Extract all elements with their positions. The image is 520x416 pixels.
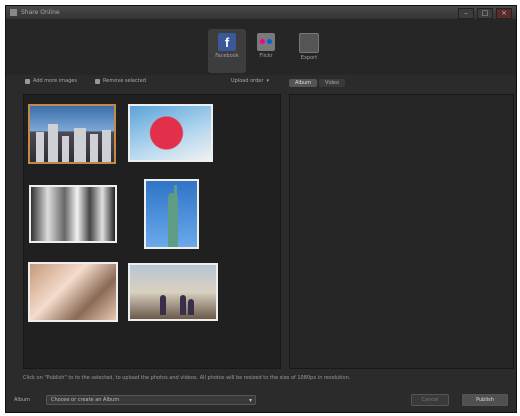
photo-thumbnail-street[interactable] — [29, 185, 117, 243]
close-icon[interactable]: × — [496, 8, 512, 19]
chevron-down-icon: ▾ — [266, 78, 269, 84]
album-details-panel — [289, 94, 514, 369]
share-dialog-window: Share Online – □ × f Facebook Flickr Exp… — [5, 5, 517, 413]
cancel-button[interactable]: Cancel — [411, 394, 449, 406]
chevron-down-icon: ▾ — [248, 397, 252, 404]
right-panel-tabs: Album Video — [289, 79, 346, 87]
publish-button[interactable]: Publish — [462, 394, 508, 406]
flickr-icon — [257, 33, 275, 51]
album-select-value: Choose or create an Album — [51, 397, 120, 403]
photo-thumbnail-city[interactable] — [28, 104, 116, 164]
remove-selected-label: Remove selected — [103, 78, 146, 84]
service-label: Facebook — [215, 53, 239, 59]
plus-icon — [25, 78, 30, 84]
maximize-icon[interactable]: □ — [477, 8, 493, 19]
photo-thumbnail-statue[interactable] — [144, 179, 199, 249]
tab-video[interactable]: Video — [319, 79, 346, 87]
facebook-icon: f — [218, 33, 236, 51]
photo-thumbnail-flowers[interactable] — [128, 104, 213, 162]
app-icon — [10, 9, 17, 16]
window-controls: – □ × — [458, 8, 512, 19]
photo-thumbnail-plaza[interactable] — [128, 263, 218, 321]
status-message: Click on "Publish" to to the selected, t… — [23, 375, 351, 381]
bottom-bar: Album Choose or create an Album ▾ Cancel… — [6, 390, 516, 412]
photo-thumbnail-crowd[interactable] — [28, 262, 118, 322]
service-label: Export — [300, 55, 318, 61]
sort-dropdown[interactable]: Upload order ▾ — [231, 78, 269, 84]
photo-grid — [23, 94, 281, 369]
left-toolbar: Add more images Remove selected Upload o… — [23, 78, 281, 90]
window-title: Share Online — [21, 9, 60, 16]
minimize-icon[interactable]: – — [458, 8, 474, 19]
minus-icon — [95, 78, 100, 84]
album-label: Album — [14, 397, 31, 403]
service-selector: f Facebook Flickr Export — [6, 19, 516, 75]
remove-selected-button[interactable]: Remove selected — [95, 78, 146, 84]
sort-label: Upload order — [231, 78, 264, 84]
add-images-button[interactable]: Add more images — [25, 78, 77, 84]
title-bar[interactable]: Share Online – □ × — [6, 6, 516, 20]
album-select[interactable]: Choose or create an Album ▾ — [46, 395, 256, 405]
add-images-label: Add more images — [33, 78, 77, 84]
service-facebook[interactable]: f Facebook — [208, 29, 246, 73]
tab-album[interactable]: Album — [289, 79, 318, 87]
service-export[interactable]: Export — [290, 29, 328, 73]
service-flickr[interactable]: Flickr — [247, 29, 285, 73]
service-label: Flickr — [259, 53, 273, 59]
export-icon — [299, 33, 319, 53]
